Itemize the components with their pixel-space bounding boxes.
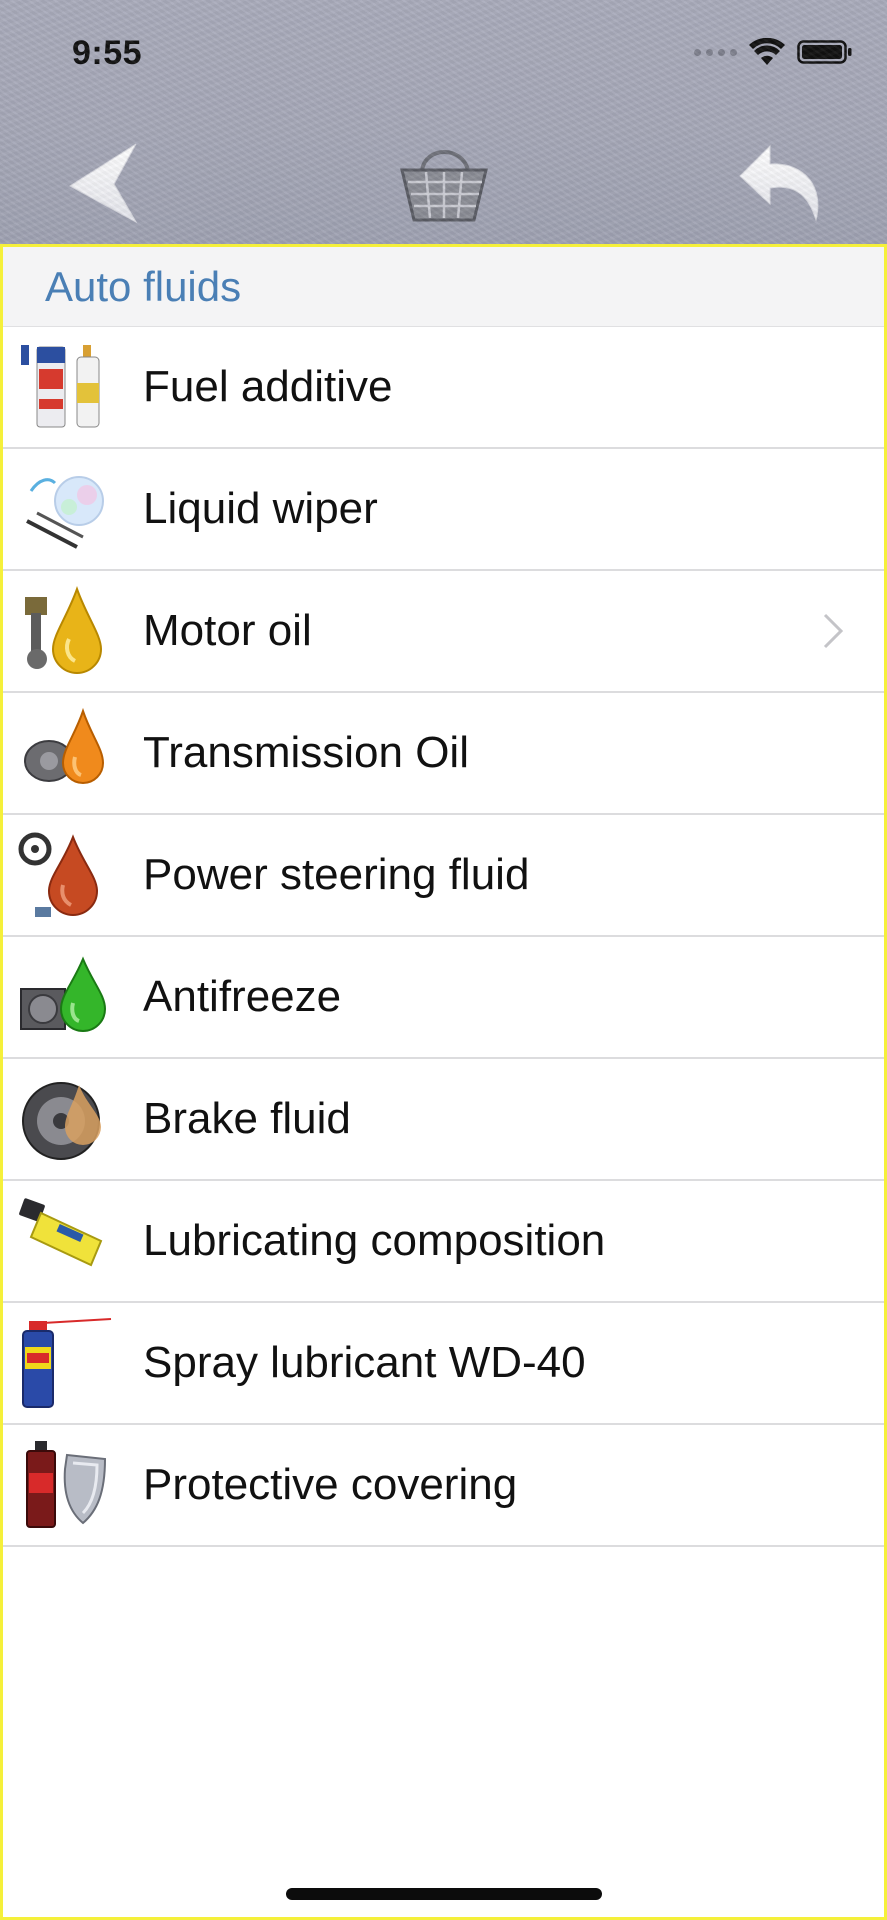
list-item-spray-lubricant-wd40[interactable]: Spray lubricant WD-40 xyxy=(3,1303,884,1425)
antifreeze-icon xyxy=(20,956,107,1032)
list-item-label: Lubricating composition xyxy=(143,1216,606,1265)
list-item-liquid-wiper[interactable]: Liquid wiper xyxy=(3,449,884,571)
list-item-label: Protective covering xyxy=(143,1460,518,1509)
battery-icon xyxy=(797,40,852,64)
list-item-brake-fluid[interactable]: Brake fluid xyxy=(3,1059,884,1181)
shopping-basket-icon xyxy=(400,150,488,222)
fluids-list: Fuel additive Liquid wiper Motor oil Tra… xyxy=(3,327,884,1547)
list-item-motor-oil[interactable]: Motor oil xyxy=(3,571,884,693)
content-frame: Auto fluids Fuel additive Liquid wiper M… xyxy=(0,244,887,1920)
cellular-dots-icon xyxy=(694,48,737,56)
undo-button[interactable] xyxy=(738,142,824,224)
home-indicator[interactable] xyxy=(286,1888,602,1900)
transmission-oil-icon xyxy=(24,707,105,784)
list-item-lubricating-composition[interactable]: Lubricating composition xyxy=(3,1181,884,1303)
list-item-fuel-additive[interactable]: Fuel additive xyxy=(3,327,884,449)
spray-lubricant-icon xyxy=(22,1318,112,1408)
section-header: Auto fluids xyxy=(3,247,884,327)
liquid-wiper-icon xyxy=(26,476,104,549)
status-time: 9:55 xyxy=(72,34,143,72)
list-item-label: Spray lubricant WD-40 xyxy=(143,1338,586,1387)
list-item-label: Brake fluid xyxy=(143,1094,351,1143)
back-arrow-icon xyxy=(69,143,138,224)
brake-fluid-icon xyxy=(22,1082,101,1160)
list-item-transmission-oil[interactable]: Transmission Oil xyxy=(3,693,884,815)
chevron-right-icon xyxy=(823,613,844,649)
section-title: Auto fluids xyxy=(45,262,242,310)
list-item-label: Fuel additive xyxy=(143,362,393,411)
protective-covering-icon xyxy=(26,1441,107,1528)
undo-arrow-icon xyxy=(739,144,819,222)
list-item-protective-covering[interactable]: Protective covering xyxy=(3,1425,884,1547)
list-item-label: Power steering fluid xyxy=(143,850,530,899)
list-item-antifreeze[interactable]: Antifreeze xyxy=(3,937,884,1059)
wifi-icon xyxy=(749,38,785,65)
lubricating-composition-icon xyxy=(19,1198,103,1267)
power-steering-fluid-icon xyxy=(18,832,99,917)
list-item-label: Transmission Oil xyxy=(143,728,469,777)
status-icons xyxy=(694,38,853,66)
list-item-label: Motor oil xyxy=(143,606,312,655)
back-button[interactable] xyxy=(66,140,142,226)
basket-button[interactable] xyxy=(396,140,492,228)
list-item-label: Antifreeze xyxy=(143,972,342,1021)
navigation-bar: 9:55 xyxy=(0,0,887,244)
list-item-power-steering-fluid[interactable]: Power steering fluid xyxy=(3,815,884,937)
fuel-additive-icon xyxy=(21,345,100,428)
list-item-label: Liquid wiper xyxy=(143,484,378,533)
motor-oil-icon xyxy=(25,586,103,674)
